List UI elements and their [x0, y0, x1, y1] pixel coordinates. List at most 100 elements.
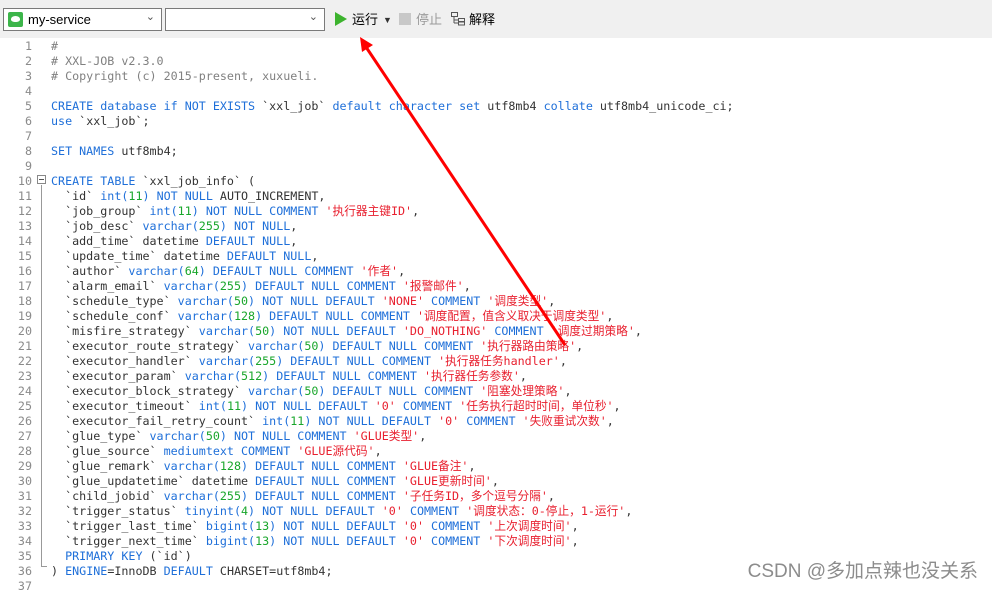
line-number: 9 [24, 159, 32, 173]
code-text: `executor_block_strategy` varchar(50) DE… [51, 384, 572, 398]
code-line[interactable]: 9 [0, 159, 992, 174]
code-line[interactable]: 2 # XXL-JOB v2.3.0 [0, 54, 992, 69]
run-button[interactable]: 运行 [352, 10, 378, 30]
code-text: `executor_param` varchar(512) DEFAULT NU… [51, 369, 527, 383]
line-number: 2 [24, 54, 32, 68]
code-line[interactable]: 5 CREATE database if NOT EXISTS `xxl_job`… [0, 99, 992, 114]
code-text: `executor_timeout` int(11) NOT NULL DEFA… [51, 399, 621, 413]
code-line[interactable]: 30 `glue_updatetime` datetime DEFAULT NU… [0, 474, 992, 489]
code-line[interactable]: 11 `id` int(11) NOT NULL AUTO_INCREMENT, [0, 189, 992, 204]
code-line[interactable]: 29 `glue_remark` varchar(128) DEFAULT NU… [0, 459, 992, 474]
run-dropdown-icon[interactable]: ▼ [383, 10, 392, 30]
code-line[interactable]: 33 `trigger_last_time` bigint(13) NOT NU… [0, 519, 992, 534]
line-number: 3 [24, 69, 32, 83]
code-text: `glue_updatetime` datetime DEFAULT NULL … [51, 474, 499, 488]
code-line[interactable]: 15 `update_time` datetime DEFAULT NULL, [0, 249, 992, 264]
code-text: `glue_type` varchar(50) NOT NULL COMMENT… [51, 429, 427, 443]
line-number: 37 [17, 579, 32, 593]
line-number: 24 [17, 384, 32, 398]
stop-icon [399, 13, 411, 25]
code-line[interactable]: 24 `executor_block_strategy` varchar(50)… [0, 384, 992, 399]
code-line[interactable]: 27 `glue_type` varchar(50) NOT NULL COMM… [0, 429, 992, 444]
line-number: 27 [17, 429, 32, 443]
code-line[interactable]: 16 `author` varchar(64) DEFAULT NULL COM… [0, 264, 992, 279]
code-line[interactable]: 23 `executor_param` varchar(512) DEFAULT… [0, 369, 992, 384]
play-icon[interactable] [335, 12, 347, 26]
code-text: `author` varchar(64) DEFAULT NULL COMMEN… [51, 264, 406, 278]
code-line[interactable]: 21 `executor_route_strategy` varchar(50)… [0, 339, 992, 354]
line-number: 14 [17, 234, 32, 248]
connection-select-value: my-service [28, 12, 91, 27]
code-line[interactable]: 31 `child_jobid` varchar(255) DEFAULT NU… [0, 489, 992, 504]
line-number: 31 [17, 489, 32, 503]
code-line[interactable]: 32 `trigger_status` tinyint(4) NOT NULL … [0, 504, 992, 519]
line-number: 11 [17, 189, 32, 203]
code-line[interactable]: 34 `trigger_next_time` bigint(13) NOT NU… [0, 534, 992, 549]
code-text: CREATE database if NOT EXISTS `xxl_job` … [51, 99, 734, 113]
line-number: 21 [17, 339, 32, 353]
line-number: 12 [17, 204, 32, 218]
code-line[interactable]: 19 `schedule_conf` varchar(128) DEFAULT … [0, 309, 992, 324]
line-number: 17 [17, 279, 32, 293]
code-line[interactable]: 22 `executor_handler` varchar(255) DEFAU… [0, 354, 992, 369]
code-line[interactable]: 1 # [0, 39, 992, 54]
stop-button[interactable]: 停止 [416, 10, 442, 30]
code-text: ) ENGINE=InnoDB DEFAULT CHARSET=utf8mb4; [51, 564, 333, 578]
code-line[interactable]: 12 `job_group` int(11) NOT NULL COMMENT … [0, 204, 992, 219]
fold-toggle-icon[interactable] [37, 175, 46, 184]
line-number: 26 [17, 414, 32, 428]
fold-guide [41, 185, 42, 566]
code-text: `glue_source` mediumtext COMMENT 'GLUE源代… [51, 444, 382, 458]
code-text: `id` int(11) NOT NULL AUTO_INCREMENT, [51, 189, 326, 203]
code-line[interactable]: 3 # Copyright (c) 2015-present, xuxueli. [0, 69, 992, 84]
line-number: 23 [17, 369, 32, 383]
code-text: `trigger_next_time` bigint(13) NOT NULL … [51, 534, 579, 548]
line-number: 4 [24, 84, 32, 98]
sql-editor[interactable]: 1 #2 # XXL-JOB v2.3.0 3 # Copyright (c) 2015… [0, 38, 992, 593]
line-number: 36 [17, 564, 32, 578]
code-text: `trigger_status` tinyint(4) NOT NULL DEF… [51, 504, 633, 518]
code-line[interactable]: 8 SET NAMES utf8mb4; [0, 144, 992, 159]
code-text: `trigger_last_time` bigint(13) NOT NULL … [51, 519, 579, 533]
code-line[interactable]: 20 `misfire_strategy` varchar(50) NOT NU… [0, 324, 992, 339]
line-number: 28 [17, 444, 32, 458]
code-line[interactable]: 26 `executor_fail_retry_count` int(11) N… [0, 414, 992, 429]
code-text: `executor_route_strategy` varchar(50) DE… [51, 339, 584, 353]
code-line[interactable]: 28 `glue_source` mediumtext COMMENT 'GLU… [0, 444, 992, 459]
line-number: 32 [17, 504, 32, 518]
line-number: 7 [24, 129, 32, 143]
code-line[interactable]: 6 use `xxl_job`; [0, 114, 992, 129]
code-text: # XXL-JOB v2.3.0 [51, 54, 164, 68]
line-number: 33 [17, 519, 32, 533]
connection-select[interactable]: my-service ⌄ [3, 8, 162, 31]
line-number: 13 [17, 219, 32, 233]
code-line[interactable]: 7 [0, 129, 992, 144]
database-select[interactable]: ⌄ [165, 8, 325, 31]
code-text: `glue_remark` varchar(128) DEFAULT NULL … [51, 459, 476, 473]
fold-guide-end [41, 566, 47, 567]
explain-button[interactable]: 解释 [469, 10, 495, 30]
code-text: SET NAMES utf8mb4; [51, 144, 178, 158]
code-line[interactable]: 18 `schedule_type` varchar(50) NOT NULL … [0, 294, 992, 309]
line-number: 19 [17, 309, 32, 323]
explain-icon [451, 12, 465, 26]
code-line[interactable]: 14 `add_time` datetime DEFAULT NULL, [0, 234, 992, 249]
code-line[interactable]: 25 `executor_timeout` int(11) NOT NULL D… [0, 399, 992, 414]
line-number: 25 [17, 399, 32, 413]
line-number: 6 [24, 114, 32, 128]
line-number: 30 [17, 474, 32, 488]
line-number: 35 [17, 549, 32, 563]
code-line[interactable]: 17 `alarm_email` varchar(255) DEFAULT NU… [0, 279, 992, 294]
line-number: 18 [17, 294, 32, 308]
code-line[interactable]: 13 `job_desc` varchar(255) NOT NULL, [0, 219, 992, 234]
line-number: 8 [24, 144, 32, 158]
code-line[interactable]: 10 CREATE TABLE `xxl_job_info` ( [0, 174, 992, 189]
line-number: 1 [24, 39, 32, 53]
line-number: 15 [17, 249, 32, 263]
line-number: 34 [17, 534, 32, 548]
code-text: `alarm_email` varchar(255) DEFAULT NULL … [51, 279, 471, 293]
code-text: `update_time` datetime DEFAULT NULL, [51, 249, 319, 263]
code-line[interactable]: 4 [0, 84, 992, 99]
line-number: 16 [17, 264, 32, 278]
code-text: `schedule_conf` varchar(128) DEFAULT NUL… [51, 309, 614, 323]
